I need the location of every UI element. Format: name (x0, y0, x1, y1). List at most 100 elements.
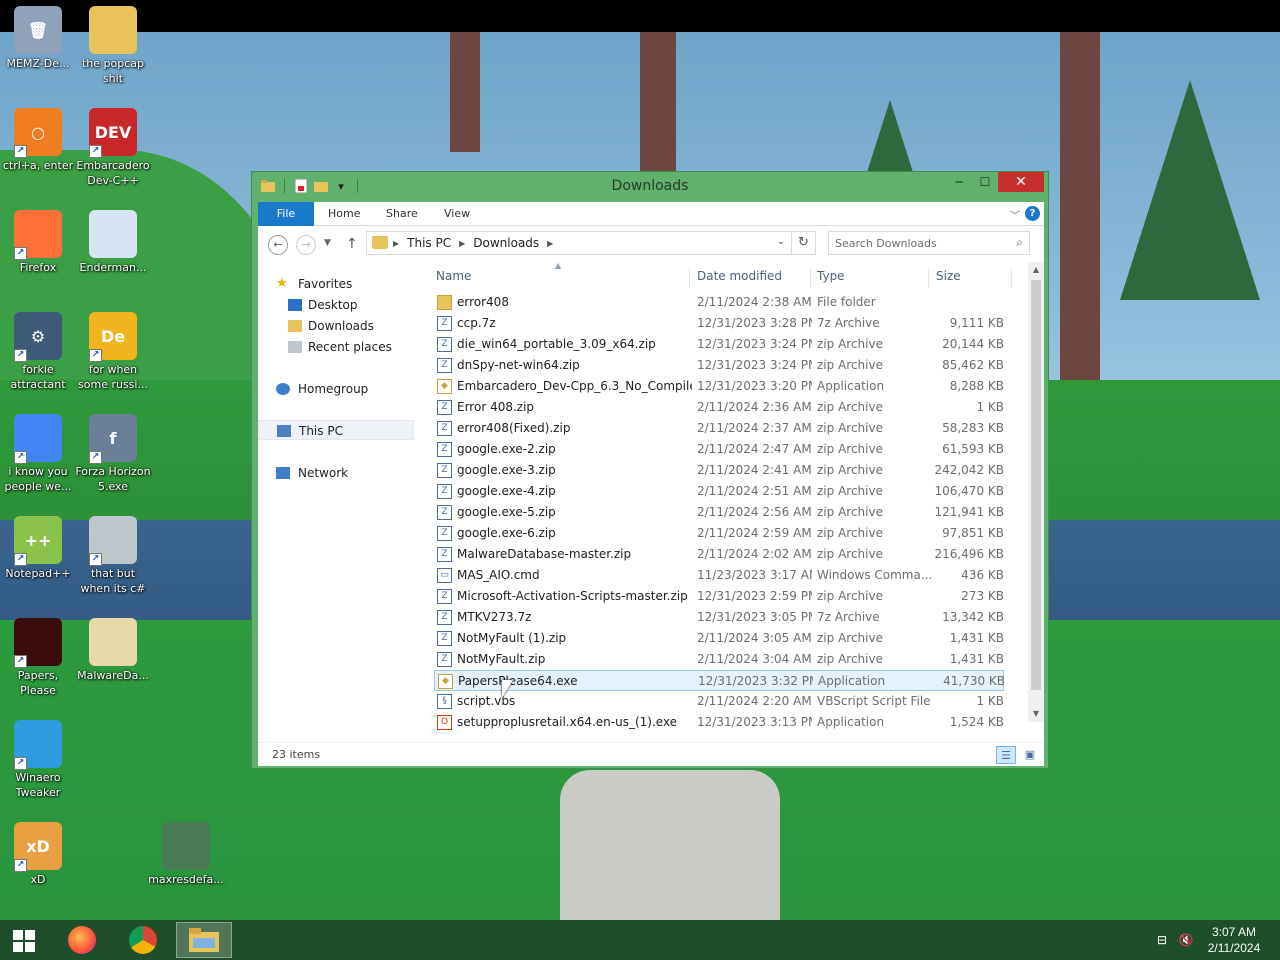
up-button[interactable]: ↑ (346, 236, 358, 252)
network-tray-icon[interactable]: ⊟ (1154, 932, 1170, 948)
volume-muted-icon[interactable]: 🔇 (1178, 932, 1194, 948)
desktop-icon[interactable]: DEV ↗ Embarcadero Dev-C++ (75, 108, 151, 188)
large-icons-view-icon[interactable]: ▣ (1020, 746, 1040, 764)
search-input[interactable] (835, 235, 1005, 251)
file-row[interactable]: ▭ MAS_AIO.cmd 11/23/2023 3:17 AM Windows Co… (434, 565, 1004, 586)
recent-locations-icon[interactable]: ▼ (324, 238, 331, 248)
file-name: Microsoft-Activation-Scripts-master.zip (457, 589, 688, 603)
refresh-button[interactable]: ↻ (791, 232, 815, 254)
file-name: MAS_AIO.cmd (457, 568, 540, 582)
clock[interactable]: 3:07 AM 2/11/2024 (1204, 924, 1264, 956)
desktop-icon[interactable]: ↗ that but when its c# (75, 516, 151, 596)
archive-icon: Z (437, 337, 452, 352)
file-row[interactable]: Z NotMyFault (1).zip 2/11/2024 3:05 AM zip … (434, 628, 1004, 649)
file-row[interactable]: ZdnSpy-net-win64.zip 12/31/2023 3:24 PM zi… (434, 355, 1004, 376)
nav-downloads[interactable]: Downloads (258, 316, 414, 336)
title-bar[interactable]: ▾ Downloads ─ ☐ ✕ (252, 172, 1048, 202)
file-row[interactable]: Zgoogle.exe-4.zip 2/11/2024 2:51 AM zip Ar… (434, 481, 1004, 502)
search-icon[interactable]: ⌕ (1016, 235, 1023, 250)
file-row[interactable]: error408 2/11/2024 2:38 AM File folder (434, 292, 1004, 313)
tab-file[interactable]: File (258, 202, 314, 226)
taskbar-file-explorer[interactable] (176, 922, 232, 958)
file-row[interactable]: Zccp.7z 12/31/2023 3:28 PM 7z Archive 9,111… (434, 313, 1004, 334)
help-icon[interactable]: ? (1025, 206, 1040, 221)
tab-home[interactable]: Home (328, 202, 360, 226)
column-divider[interactable] (928, 268, 929, 288)
file-row[interactable]: Z MalwareDatabase-master.zip 2/11/2024 2:0… (434, 544, 1004, 565)
file-row[interactable]: Z Microsoft-Activation-Scripts-master.zip… (434, 586, 1004, 607)
taskbar-firefox[interactable] (54, 922, 110, 958)
desktop-icon[interactable]: ↗ Winaero Tweaker (0, 720, 76, 800)
file-row[interactable]: Zgoogle.exe-3.zip 2/11/2024 2:41 AM zip Ar… (434, 460, 1004, 481)
forward-button[interactable]: → (296, 235, 316, 255)
nav-desktop[interactable]: Desktop (258, 295, 414, 315)
nav-homegroup[interactable]: Homegroup (258, 379, 414, 399)
file-row[interactable]: Z MTKV273.7z 12/31/2023 3:05 PM 7z Archive 1… (434, 607, 1004, 628)
desktop-icon[interactable]: the popcap shit (75, 6, 151, 86)
column-header-type[interactable]: Type (817, 262, 845, 292)
column-header-size[interactable]: Size (936, 262, 961, 292)
archive-icon: Z (437, 547, 452, 562)
clock-date: 2/11/2024 (1207, 941, 1261, 955)
file-row[interactable]: Zgoogle.exe-2.zip 2/11/2024 2:47 AM zip Ar… (434, 439, 1004, 460)
nav-recent-places[interactable]: Recent places (258, 337, 414, 357)
minimize-button[interactable]: ─ (946, 172, 972, 192)
desktop-icon[interactable]: ↗ i know you people we... (0, 414, 76, 494)
desktop-icon[interactable]: ++ ↗ Notepad++ (0, 516, 76, 581)
file-row[interactable]: ◆ Embarcadero_Dev-Cpp_6.3_No_Compiler... 1… (434, 376, 1004, 397)
vertical-scrollbar[interactable]: ▲ ▼ (1028, 262, 1044, 722)
file-row[interactable]: Zerror408(Fixed).zip 2/11/2024 2:37 AM zip… (434, 418, 1004, 439)
chrome-icon: ↗ (14, 414, 62, 464)
address-bar[interactable]: ▶ This PC ▶ Downloads ▶ ⌄ ↻ (366, 231, 816, 255)
desktop-icon[interactable]: xD ↗ xD (0, 822, 76, 887)
file-row[interactable]: § script.vbs 2/11/2024 2:20 AM VBScript Scr… (434, 691, 1004, 712)
desktop-icon[interactable]: Enderman... (75, 210, 151, 275)
file-row[interactable]: Zgoogle.exe-5.zip 2/11/2024 2:56 AM zip Ar… (434, 502, 1004, 523)
desktop-icon[interactable]: ⚙ ↗ forkie attractant (0, 312, 76, 392)
desktop-icon[interactable]: ○ ↗ ctrl+a, enter (0, 108, 76, 173)
nav-favorites[interactable]: ★ Favorites (258, 274, 414, 294)
file-row[interactable]: Zgoogle.exe-6.zip 2/11/2024 2:59 AM zip Ar… (434, 523, 1004, 544)
taskbar-chrome[interactable] (115, 922, 171, 958)
scroll-up-arrow-icon[interactable]: ▲ (1028, 262, 1044, 278)
search-box[interactable]: ⌕ (828, 231, 1030, 255)
desktop-icon[interactable]: ↗ Firefox (0, 210, 76, 275)
address-dropdown-icon[interactable]: ⌄ (777, 236, 785, 247)
column-header-name[interactable]: Name (436, 262, 471, 292)
file-row[interactable]: Zdie_win64_portable_3.09_x64.zip 12/31/20… (434, 334, 1004, 355)
scrollbar-thumb[interactable] (1031, 280, 1041, 690)
close-button[interactable]: ✕ (998, 172, 1044, 192)
file-row[interactable]: Z NotMyFault.zip 2/11/2024 3:04 AM zip Arch… (434, 649, 1004, 670)
file-row[interactable]: Z Error 408.zip 2/11/2024 2:36 AM zip Archi… (434, 397, 1004, 418)
start-button[interactable] (0, 920, 48, 960)
column-divider[interactable] (1011, 268, 1012, 288)
nav-this-pc[interactable]: This PC (258, 420, 414, 440)
chevron-right-icon[interactable]: ▶ (459, 239, 465, 248)
chevron-right-icon[interactable]: ▶ (547, 239, 553, 248)
desktop-icon[interactable]: ↗ Papers, Please (0, 618, 76, 698)
file-type: zip Archive (817, 358, 883, 372)
maximize-button[interactable]: ☐ (972, 172, 998, 192)
breadcrumb-this-pc[interactable]: This PC (407, 236, 451, 250)
desktop-icon[interactable]: De ↗ for when some russi... (75, 312, 151, 392)
expand-ribbon-icon[interactable]: ﹀ (1010, 207, 1020, 222)
desktop-icon[interactable]: MalwareDa... (75, 618, 151, 683)
breadcrumb-downloads[interactable]: Downloads (473, 236, 539, 250)
column-divider[interactable] (689, 268, 690, 288)
file-row[interactable]: Osetupproplusretail.x64.en-us_(1).exe 12/… (434, 712, 1004, 733)
explorer-window[interactable]: ▾ Downloads ─ ☐ ✕ File Home Share View ﹀… (251, 171, 1049, 769)
column-header-date[interactable]: Date modified (697, 262, 782, 292)
tab-share[interactable]: Share (386, 202, 418, 226)
breadcrumb: ▶ This PC ▶ Downloads ▶ (393, 236, 553, 250)
details-view-icon[interactable]: ☰ (996, 746, 1016, 764)
back-button[interactable]: ← (268, 235, 288, 255)
scroll-down-arrow-icon[interactable]: ▼ (1028, 706, 1044, 722)
desktop-icon[interactable]: maxresdefa... (148, 822, 224, 887)
file-row[interactable]: ◆ PapersPlease64.exe 12/31/2023 3:32 PM App… (434, 670, 1005, 691)
tab-view[interactable]: View (444, 202, 470, 226)
desktop-icon[interactable]: 🗑 MEMZ-De... (0, 6, 76, 71)
chevron-right-icon[interactable]: ▶ (393, 239, 399, 248)
column-divider[interactable] (810, 268, 811, 288)
desktop-icon[interactable]: f ↗ Forza Horizon 5.exe (75, 414, 151, 494)
nav-network[interactable]: Network (258, 463, 414, 483)
